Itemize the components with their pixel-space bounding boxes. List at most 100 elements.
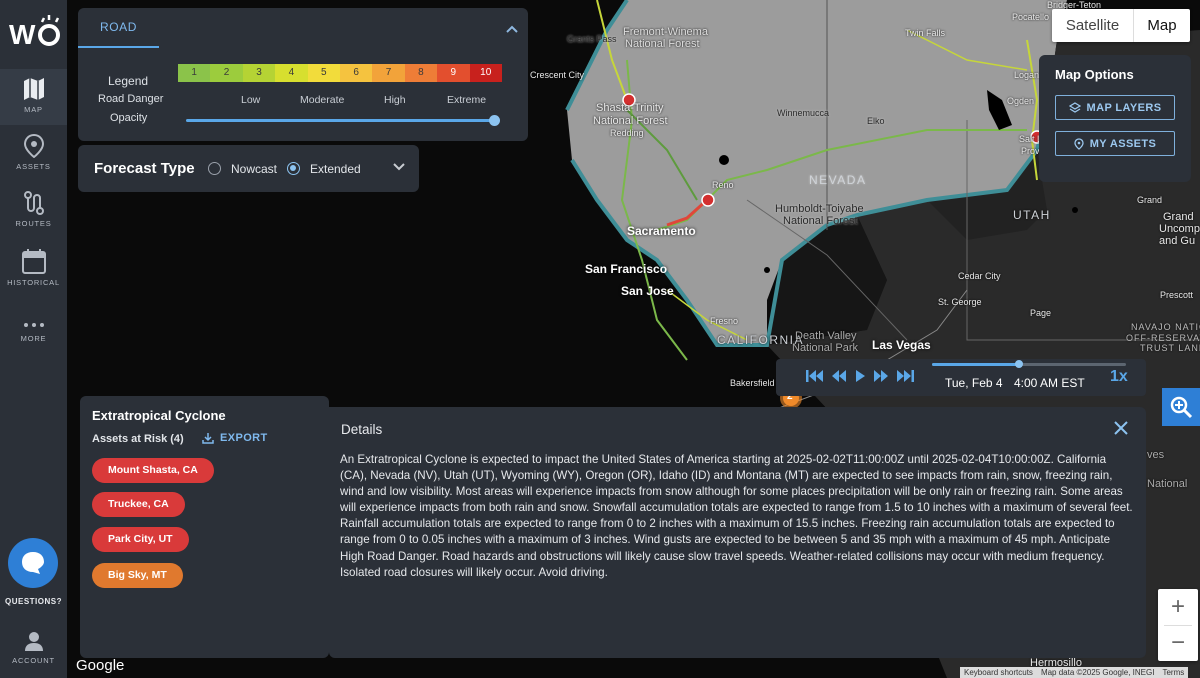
map-label: Sacramento	[627, 224, 696, 238]
asset-pill[interactable]: Truckee, CA	[92, 492, 185, 517]
map-label: National	[1147, 478, 1188, 490]
details-panel: Details An Extratropical Cyclone is expe…	[329, 407, 1146, 658]
map-options-title: Map Options	[1055, 67, 1134, 82]
sidebar-item-assets[interactable]: ASSETS	[0, 126, 67, 182]
my-assets-button[interactable]: MY ASSETS	[1055, 131, 1175, 156]
asset-pill[interactable]: Mount Shasta, CA	[92, 458, 214, 483]
forecast-title: Forecast Type	[94, 160, 195, 177]
map-label: TRUST LAND	[1140, 343, 1200, 353]
map-button[interactable]: Map	[1134, 9, 1190, 42]
event-card: Extratropical Cyclone Assets at Risk (4)…	[80, 396, 329, 658]
timeline-handle[interactable]	[1015, 360, 1024, 368]
map-label: Reno	[712, 180, 734, 190]
opacity-slider-handle[interactable]	[489, 115, 500, 126]
map-data-text: Map data ©2025 Google, INEGI	[1040, 668, 1155, 677]
map-label: Uncomp	[1159, 223, 1200, 235]
map-label: Redding	[610, 128, 644, 138]
map-label: San Jose	[621, 284, 674, 298]
terms-link[interactable]: Terms	[1162, 667, 1184, 678]
play-icon[interactable]	[854, 369, 866, 383]
map-label: Death Valley	[795, 330, 857, 342]
map-label: OFF-RESERVATIO	[1126, 333, 1200, 343]
asset-pill[interactable]: Big Sky, MT	[92, 563, 183, 588]
opacity-label: Opacity	[110, 112, 148, 124]
legend-label: Legend	[108, 74, 149, 88]
sidebar-item-label: ACCOUNT	[12, 656, 55, 665]
map-options-panel: Map Options MAP LAYERS MY ASSETS	[1039, 55, 1191, 182]
route-icon	[23, 191, 44, 215]
pin-icon	[23, 134, 44, 158]
playback-speed-button[interactable]: 1x	[1110, 368, 1128, 386]
map-label: San Francisco	[585, 262, 668, 276]
map-label: Shasta-Trinity	[596, 102, 664, 114]
sidebar: W MAP ASSETS ROUTES HISTORICAL MORE QUES…	[0, 0, 67, 678]
sidebar-item-account[interactable]: ACCOUNT	[0, 622, 67, 678]
sidebar-item-routes[interactable]: ROUTES	[0, 183, 67, 239]
radio-nowcast[interactable]	[208, 162, 221, 175]
skip-back-icon[interactable]	[806, 369, 824, 383]
logo-icon: W	[9, 15, 60, 50]
chat-bubble-icon	[22, 552, 44, 574]
pin-icon	[1074, 137, 1084, 150]
map-label: Grand	[1163, 211, 1194, 223]
rewind-icon[interactable]	[831, 369, 847, 383]
timeline-slider[interactable]	[932, 360, 1126, 368]
zoom-in-button[interactable]: +	[1158, 589, 1198, 625]
satellite-button[interactable]: Satellite	[1052, 9, 1134, 42]
fast-forward-icon[interactable]	[873, 369, 889, 383]
tab-road[interactable]: ROAD	[78, 8, 159, 48]
map-label: National Park	[792, 342, 859, 354]
sidebar-item-label: ASSETS	[16, 162, 51, 171]
radio-extended-label[interactable]: Extended	[310, 162, 361, 176]
sidebar-item-label: MAP	[24, 105, 43, 114]
map-label: Grants Pass	[567, 34, 617, 44]
close-icon[interactable]	[1114, 419, 1128, 440]
chevron-down-icon[interactable]	[393, 159, 405, 174]
event-title: Extratropical Cyclone	[92, 408, 226, 423]
map-label: Ogden	[1007, 96, 1035, 106]
chevron-up-icon[interactable]	[506, 20, 518, 36]
opacity-slider[interactable]	[186, 119, 494, 122]
map-label: Cedar City	[958, 271, 1001, 281]
sidebar-item-more[interactable]: MORE	[0, 298, 67, 354]
questions-chat-button[interactable]	[8, 538, 58, 588]
map-label: Grand	[1137, 195, 1163, 205]
timeline-player: Tue, Feb 4 4:00 AM EST 1x	[776, 359, 1146, 396]
export-button[interactable]: EXPORT	[202, 432, 268, 444]
assets-at-risk-label: Assets at Risk (4)	[92, 433, 184, 445]
scale-label-low: Low	[241, 94, 261, 106]
zoom-out-button[interactable]: −	[1158, 625, 1198, 661]
danger-scale: 1 2 3 4 5 6 7 8 9 10	[178, 64, 502, 82]
sidebar-item-historical[interactable]: HISTORICAL	[0, 240, 67, 296]
app-logo[interactable]: W	[6, 12, 62, 52]
skip-forward-icon[interactable]	[896, 369, 914, 383]
map-label: Fresno	[710, 316, 739, 326]
timeline-date: Tue, Feb 4	[945, 376, 1003, 390]
danger-scale-step: 8	[404, 64, 438, 82]
forecast-type-panel: Forecast Type Nowcast Extended	[78, 145, 419, 192]
danger-scale-step: 6	[339, 64, 373, 82]
radio-extended[interactable]	[287, 162, 300, 175]
scale-label-extreme: Extreme	[447, 94, 487, 106]
zoom-search-button[interactable]	[1162, 388, 1200, 426]
my-assets-label: MY ASSETS	[1089, 137, 1157, 150]
map-label: National Forest	[625, 38, 700, 50]
more-icon	[23, 323, 44, 327]
asset-pill[interactable]: Park City, UT	[92, 527, 189, 552]
keyboard-shortcuts-link[interactable]: Keyboard shortcuts	[964, 667, 1033, 678]
danger-scale-step: 5	[307, 64, 340, 82]
details-body: An Extratropical Cyclone is expected to …	[340, 453, 1133, 579]
danger-scale-step: 10	[469, 64, 502, 82]
scale-label-moderate: Moderate	[300, 94, 345, 106]
danger-scale-step: 3	[242, 64, 276, 82]
timeline-progress	[932, 363, 1020, 366]
scale-label-high: High	[384, 94, 406, 106]
sidebar-item-map[interactable]: MAP	[0, 69, 67, 125]
calendar-icon	[21, 249, 46, 274]
map-layers-button[interactable]: MAP LAYERS	[1055, 95, 1175, 120]
google-logo: Google	[76, 657, 125, 674]
radio-nowcast-label[interactable]: Nowcast	[231, 162, 277, 176]
map-label: Twin Falls	[905, 28, 946, 38]
danger-scale-step: 7	[372, 64, 405, 82]
danger-scale-step: 1	[178, 64, 211, 82]
